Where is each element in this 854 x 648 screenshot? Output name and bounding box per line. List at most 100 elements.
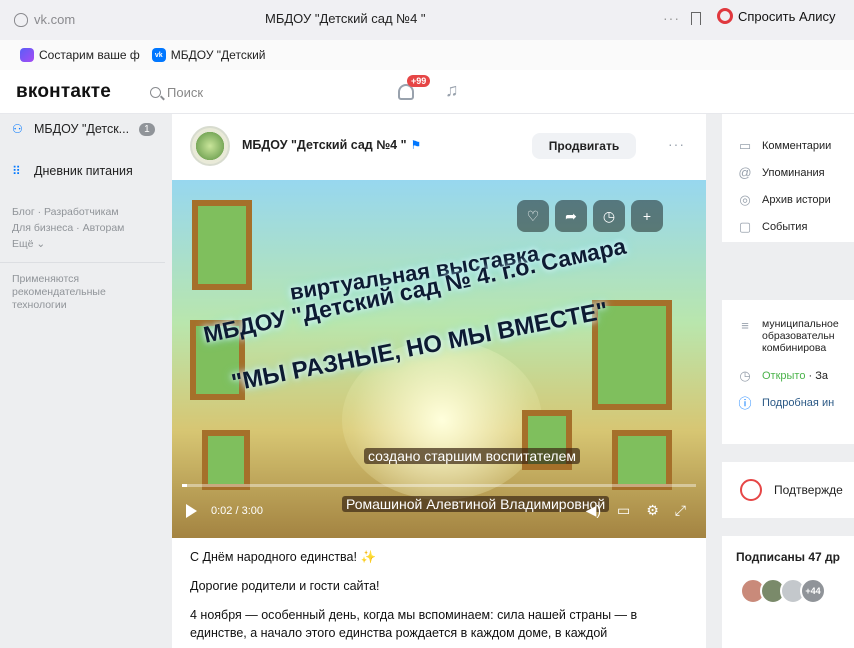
- bookmark-item[interactable]: vk МБДОУ "Детский: [151, 48, 266, 62]
- count-badge: 1: [139, 122, 155, 136]
- music-icon[interactable]: ♫: [445, 80, 459, 101]
- sidebar-item-label: Дневник питания: [34, 164, 133, 178]
- sidebar-item-label: МБДОУ "Детск...: [34, 122, 130, 136]
- alice-button[interactable]: Спросить Алису: [717, 8, 836, 24]
- bookmark-icon[interactable]: [691, 12, 701, 25]
- sidebar-item-group[interactable]: ⚇ МБДОУ "Детск... 1: [0, 114, 165, 144]
- group-name-text: МБДОУ "Детский сад №4 ": [242, 138, 407, 152]
- search-placeholder: Поиск: [167, 84, 204, 100]
- subscribers-more: +44: [800, 578, 826, 604]
- post-card: МБДОУ "Детский сад №4 " ⚑ Продвигать ··· …: [172, 114, 706, 648]
- hours-suffix: · За: [805, 369, 829, 382]
- volume-icon[interactable]: ◀): [586, 502, 601, 519]
- vk-icon: vk: [151, 48, 166, 62]
- confirm-row: Подтвержде: [722, 462, 854, 518]
- bookmarks-bar: Состарим ваше ф vk МБДОУ "Детский: [0, 40, 854, 70]
- video-progress[interactable]: [182, 484, 696, 487]
- heart-icon[interactable]: ♡: [517, 200, 549, 232]
- at-icon: @: [738, 165, 752, 180]
- post-paragraph: 4 ноября — особенный день, когда мы вспо…: [190, 608, 638, 640]
- group-avatar[interactable]: [190, 126, 230, 166]
- search-input[interactable]: Поиск: [144, 78, 374, 106]
- menu-archive[interactable]: ◎ Архив истори: [722, 186, 854, 213]
- plus-icon[interactable]: +: [631, 200, 663, 232]
- info-icon: ⓘ: [738, 396, 752, 411]
- more-icon[interactable]: ···: [663, 10, 680, 26]
- events-icon: ▢: [738, 218, 752, 234]
- group-name[interactable]: МБДОУ "Детский сад №4 " ⚑: [242, 138, 421, 152]
- divider: [0, 262, 165, 263]
- video-controls-right: ◀) ▭ ⚙ ⤢: [586, 502, 686, 519]
- page-title: МБДОУ "Детский сад №4 ": [265, 11, 426, 26]
- pip-icon[interactable]: ▭: [617, 502, 630, 519]
- sidebar-item-diary[interactable]: ⠿ Дневник питания: [0, 156, 165, 186]
- bookmark-label: Состарим ваше ф: [39, 48, 140, 62]
- browser-toolbar: vk.com МБДОУ "Детский сад №4 " ··· Спрос…: [0, 0, 854, 40]
- shield-icon: [14, 12, 28, 27]
- left-sidebar: ⚇ МБДОУ "Детск... 1 ⠿ Дневник питания Бл…: [0, 114, 165, 312]
- video-time: 0:02 / 3:00: [211, 505, 263, 517]
- menu-comments[interactable]: ▭ Комментарии: [722, 132, 854, 159]
- post-text: С Днём народного единства! ✨ Дорогие род…: [190, 548, 690, 648]
- bookmark-label: МБДОУ "Детский: [170, 48, 266, 62]
- vk-header: вконтакте Поиск +99 ♫: [0, 70, 854, 114]
- menu-label: Комментарии: [762, 139, 832, 152]
- archive-icon: ◎: [739, 191, 751, 207]
- vk-logo[interactable]: вконтакте: [16, 81, 111, 103]
- picture-frame: [202, 430, 250, 490]
- video-progress-fill: [182, 484, 188, 487]
- apps-icon: ⠿: [12, 164, 21, 178]
- comment-icon: ▭: [738, 137, 752, 153]
- picture-frame: [192, 200, 252, 290]
- share-icon[interactable]: ➦: [555, 200, 587, 232]
- confirm-card[interactable]: Подтвержде: [722, 462, 854, 518]
- post-paragraph: Дорогие родители и гости сайта!: [190, 579, 380, 593]
- url-text[interactable]: vk.com: [34, 12, 75, 27]
- fullscreen-icon[interactable]: ⤢: [675, 502, 686, 519]
- alice-icon: [717, 8, 733, 24]
- post-paragraph: С Днём народного единства! ✨: [190, 550, 377, 564]
- picture-frame: [612, 430, 672, 490]
- hours-row: ◷ Открыто · За: [722, 362, 854, 389]
- more-link[interactable]: Ещё ⌄: [12, 236, 150, 252]
- details-label: Подробная ин: [762, 396, 835, 409]
- footer-link-line[interactable]: Блог · Разработчикам: [12, 204, 150, 220]
- group-icon: ⚇: [12, 122, 23, 136]
- recommendation-note: Применяются рекомендательные технологии: [12, 273, 106, 311]
- details-link[interactable]: ⓘ Подробная ин: [722, 389, 854, 416]
- subscribers-title[interactable]: Подписаны 47 др: [722, 536, 854, 564]
- address-bar[interactable]: vk.com: [14, 12, 75, 27]
- info-row: ≡ муниципальное образовательн комбиниров…: [722, 317, 854, 355]
- promote-button[interactable]: Продвигать: [532, 133, 636, 159]
- confirm-label: Подтвержде: [774, 483, 843, 497]
- video-caption-2: Ромашиной Алевтиной Владимировной: [342, 496, 610, 512]
- subscribers-card: Подписаны 47 др +44: [722, 536, 854, 648]
- play-icon[interactable]: [186, 504, 197, 518]
- notification-badge: +99: [407, 75, 431, 87]
- menu-label: События: [762, 220, 808, 233]
- footer-link-line[interactable]: Для бизнеса · Авторам: [12, 220, 150, 236]
- group-menu-card: ▭ Комментарии @ Упоминания ◎ Архив истор…: [722, 114, 854, 242]
- clock-icon: ◷: [739, 367, 751, 383]
- open-status: Открыто: [762, 369, 806, 382]
- menu-mentions[interactable]: @ Упоминания: [722, 159, 854, 186]
- clock-icon[interactable]: ◷: [593, 200, 625, 232]
- menu-label: Упоминания: [762, 166, 825, 179]
- search-icon: [150, 86, 161, 98]
- hours-text: Открыто · За: [762, 370, 828, 382]
- video-caption-1: создано старшим воспитателем: [364, 448, 581, 464]
- settings-icon[interactable]: ⚙: [646, 502, 659, 519]
- flag-icon: ⚑: [410, 138, 422, 152]
- bookmark-item[interactable]: Состарим ваше ф: [20, 48, 140, 62]
- info-text: муниципальное образовательн комбинирова: [762, 318, 839, 354]
- subscriber-avatars[interactable]: +44: [722, 564, 854, 604]
- more-icon[interactable]: ···: [668, 136, 685, 152]
- menu-label: Архив истори: [762, 193, 831, 206]
- video-player[interactable]: виртуальная выставка МБДОУ "Детский сад …: [172, 180, 706, 538]
- gosuslugi-icon: [740, 479, 762, 501]
- list-icon: ≡: [741, 317, 749, 333]
- app-icon: [20, 48, 34, 62]
- menu-events[interactable]: ▢ События: [722, 213, 854, 240]
- video-controls: 0:02 / 3:00: [186, 504, 263, 518]
- footer-links: Блог · Разработчикам Для бизнеса · Автор…: [0, 186, 150, 252]
